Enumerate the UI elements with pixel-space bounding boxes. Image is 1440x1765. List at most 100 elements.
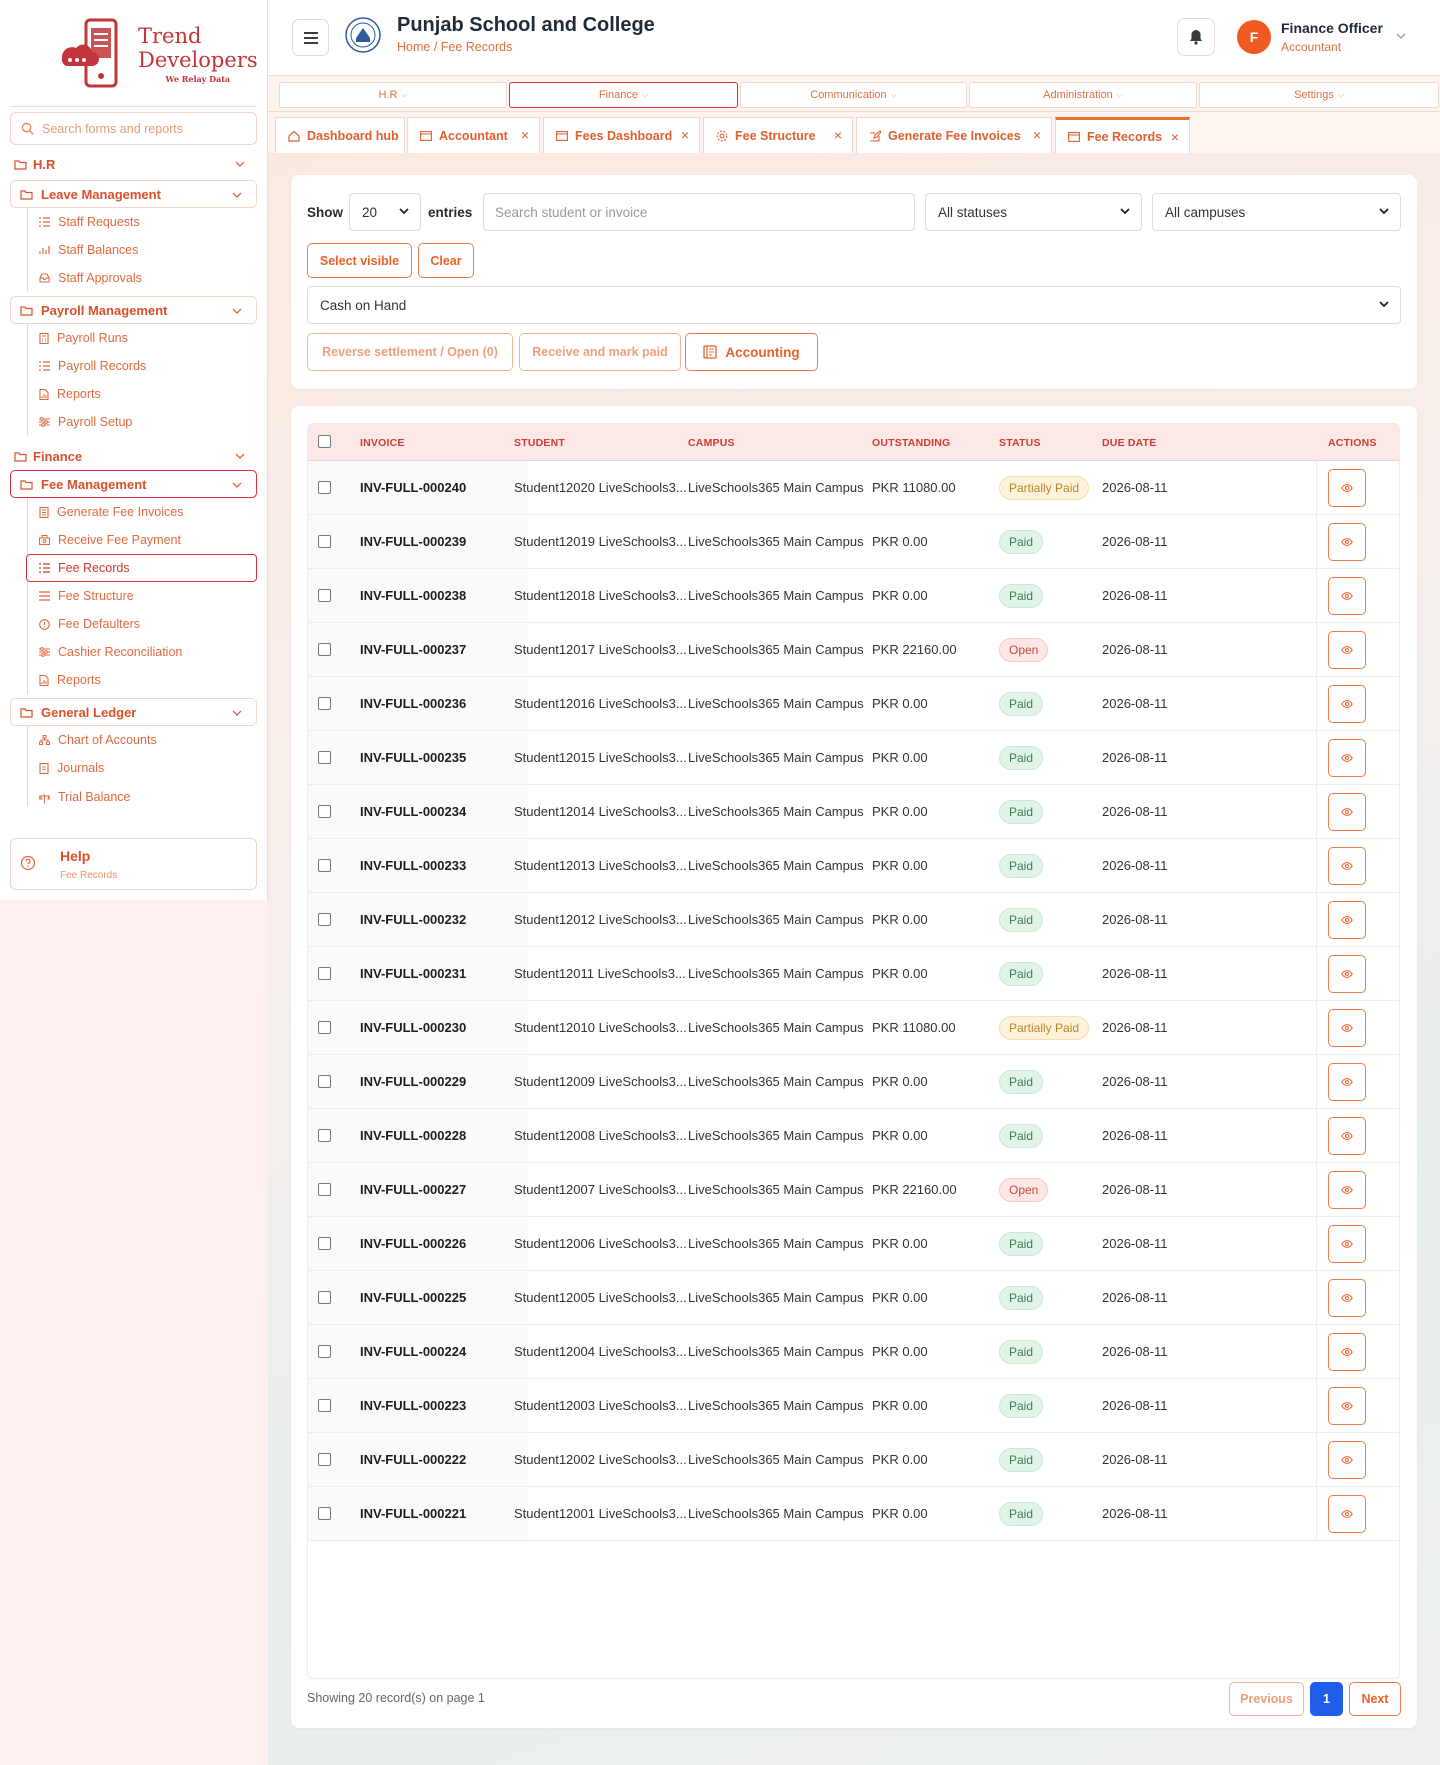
view-invoice-button[interactable]	[1328, 523, 1366, 561]
row-checkbox[interactable]	[318, 1399, 331, 1412]
nav-item-fee-records[interactable]: Fee Records	[26, 554, 257, 582]
nav-item-chart-of-accounts[interactable]: Chart of Accounts	[27, 726, 257, 754]
table-row[interactable]: INV-FULL-000235 Student12015 LiveSchools3…	[308, 731, 1399, 785]
top-menu-finance[interactable]: Finance ⌵	[509, 82, 738, 108]
nav-item-staff-balances[interactable]: Staff Balances	[27, 236, 257, 264]
invoice-number[interactable]: INV-FULL-000222	[360, 1452, 466, 1467]
row-checkbox[interactable]	[318, 805, 331, 818]
view-invoice-button[interactable]	[1328, 1225, 1366, 1263]
invoice-number[interactable]: INV-FULL-000237	[360, 642, 466, 657]
nav-item-trial-balance[interactable]: Trial Balance	[27, 782, 257, 804]
nav-section-leave-management[interactable]: Leave Management	[10, 180, 257, 208]
close-tab-icon[interactable]: ×	[681, 127, 689, 143]
help-card[interactable]: Help Fee Records	[10, 838, 257, 890]
view-invoice-button[interactable]	[1328, 469, 1366, 507]
invoice-number[interactable]: INV-FULL-000225	[360, 1290, 466, 1305]
row-checkbox[interactable]	[318, 1453, 331, 1466]
col-campus[interactable]: CAMPUS	[688, 437, 735, 449]
campus-filter-select[interactable]: All campuses	[1152, 193, 1401, 231]
close-tab-icon[interactable]: ×	[1033, 127, 1041, 143]
reverse-settlement-button[interactable]: Reverse settlement / Open (0)	[307, 333, 513, 371]
row-checkbox[interactable]	[318, 1237, 331, 1250]
nav-item-payroll-records[interactable]: Payroll Records	[27, 352, 257, 380]
view-invoice-button[interactable]	[1328, 1495, 1366, 1533]
nav-section-fee-management[interactable]: Fee Management	[10, 470, 257, 498]
invoice-number[interactable]: INV-FULL-000223	[360, 1398, 466, 1413]
row-checkbox[interactable]	[318, 1129, 331, 1142]
view-invoice-button[interactable]	[1328, 1171, 1366, 1209]
table-row[interactable]: INV-FULL-000231 Student12011 LiveSchools3…	[308, 947, 1399, 1001]
table-row[interactable]: INV-FULL-000232 Student12012 LiveSchools3…	[308, 893, 1399, 947]
table-row[interactable]: INV-FULL-000221 Student12001 LiveSchools3…	[308, 1487, 1399, 1541]
clear-button[interactable]: Clear	[418, 243, 474, 278]
select-all-checkbox[interactable]	[318, 435, 331, 448]
tab-accountant[interactable]: Accountant ×	[407, 117, 540, 153]
view-invoice-button[interactable]	[1328, 1009, 1366, 1047]
nav-section-payroll-management[interactable]: Payroll Management	[10, 296, 257, 324]
view-invoice-button[interactable]	[1328, 1063, 1366, 1101]
previous-page-button[interactable]: Previous	[1229, 1682, 1304, 1716]
invoice-number[interactable]: INV-FULL-000231	[360, 966, 466, 981]
page-1-button[interactable]: 1	[1310, 1682, 1343, 1716]
nav-item-staff-requests[interactable]: Staff Requests	[27, 208, 257, 236]
view-invoice-button[interactable]	[1328, 1279, 1366, 1317]
view-invoice-button[interactable]	[1328, 631, 1366, 669]
table-row[interactable]: INV-FULL-000237 Student12017 LiveSchools3…	[308, 623, 1399, 677]
col-due-date[interactable]: DUE DATE	[1102, 437, 1157, 449]
nav-group-hr[interactable]: H.R	[10, 152, 257, 176]
invoice-number[interactable]: INV-FULL-000233	[360, 858, 466, 873]
table-row[interactable]: INV-FULL-000228 Student12008 LiveSchools3…	[308, 1109, 1399, 1163]
invoice-number[interactable]: INV-FULL-000224	[360, 1344, 466, 1359]
view-invoice-button[interactable]	[1328, 901, 1366, 939]
tab-fee-structure[interactable]: Fee Structure ×	[703, 117, 853, 153]
top-menu-administration[interactable]: Administration ⌵	[969, 82, 1197, 108]
top-menu-hr[interactable]: H.R ⌵	[279, 82, 507, 108]
invoice-number[interactable]: INV-FULL-000229	[360, 1074, 466, 1089]
nav-item-fee-reports[interactable]: Reports	[27, 666, 257, 694]
invoice-number[interactable]: INV-FULL-000221	[360, 1506, 466, 1521]
menu-toggle-button[interactable]	[292, 19, 329, 56]
sidebar-search-input[interactable]	[42, 121, 246, 136]
close-tab-icon[interactable]: ×	[521, 127, 529, 143]
view-invoice-button[interactable]	[1328, 1441, 1366, 1479]
invoice-number[interactable]: INV-FULL-000230	[360, 1020, 466, 1035]
row-checkbox[interactable]	[318, 1021, 331, 1034]
invoice-number[interactable]: INV-FULL-000238	[360, 588, 466, 603]
user-avatar[interactable]: F	[1237, 20, 1271, 54]
breadcrumb[interactable]: Home / Fee Records	[397, 40, 512, 54]
table-row[interactable]: INV-FULL-000222 Student12002 LiveSchools3…	[308, 1433, 1399, 1487]
view-invoice-button[interactable]	[1328, 1387, 1366, 1425]
table-row[interactable]: INV-FULL-000236 Student12016 LiveSchools3…	[308, 677, 1399, 731]
invoice-number[interactable]: INV-FULL-000236	[360, 696, 466, 711]
tab-fee-records[interactable]: Fee Records ×	[1055, 117, 1190, 153]
row-checkbox[interactable]	[318, 535, 331, 548]
user-name[interactable]: Finance Officer	[1281, 20, 1383, 36]
invoice-number[interactable]: INV-FULL-000227	[360, 1182, 466, 1197]
view-invoice-button[interactable]	[1328, 1333, 1366, 1371]
table-row[interactable]: INV-FULL-000226 Student12006 LiveSchools3…	[308, 1217, 1399, 1271]
top-menu-communication[interactable]: Communication ⌵	[740, 82, 967, 108]
tab-dashboard-hub[interactable]: Dashboard hub	[275, 117, 405, 153]
nav-item-generate-fee-invoices[interactable]: Generate Fee Invoices	[27, 498, 257, 526]
row-checkbox[interactable]	[318, 859, 331, 872]
view-invoice-button[interactable]	[1328, 955, 1366, 993]
table-row[interactable]: INV-FULL-000230 Student12010 LiveSchools3…	[308, 1001, 1399, 1055]
search-invoice-input[interactable]	[483, 193, 915, 231]
payment-account-select[interactable]: Cash on Hand	[307, 286, 1401, 324]
table-row[interactable]: INV-FULL-000223 Student12003 LiveSchools3…	[308, 1379, 1399, 1433]
table-row[interactable]: INV-FULL-000234 Student12014 LiveSchools3…	[308, 785, 1399, 839]
notifications-button[interactable]	[1177, 18, 1215, 56]
row-checkbox[interactable]	[318, 751, 331, 764]
top-menu-settings[interactable]: Settings ⌵	[1199, 82, 1439, 108]
table-row[interactable]: INV-FULL-000233 Student12013 LiveSchools3…	[308, 839, 1399, 893]
row-checkbox[interactable]	[318, 913, 331, 926]
table-row[interactable]: INV-FULL-000229 Student12009 LiveSchools3…	[308, 1055, 1399, 1109]
nav-item-fee-structure[interactable]: Fee Structure	[27, 582, 257, 610]
row-checkbox[interactable]	[318, 1507, 331, 1520]
col-student[interactable]: STUDENT	[514, 437, 565, 449]
status-filter-select[interactable]: All statuses	[925, 193, 1142, 231]
row-checkbox[interactable]	[318, 1291, 331, 1304]
view-invoice-button[interactable]	[1328, 685, 1366, 723]
table-row[interactable]: INV-FULL-000238 Student12018 LiveSchools3…	[308, 569, 1399, 623]
nav-item-staff-approvals[interactable]: Staff Approvals	[27, 264, 257, 292]
